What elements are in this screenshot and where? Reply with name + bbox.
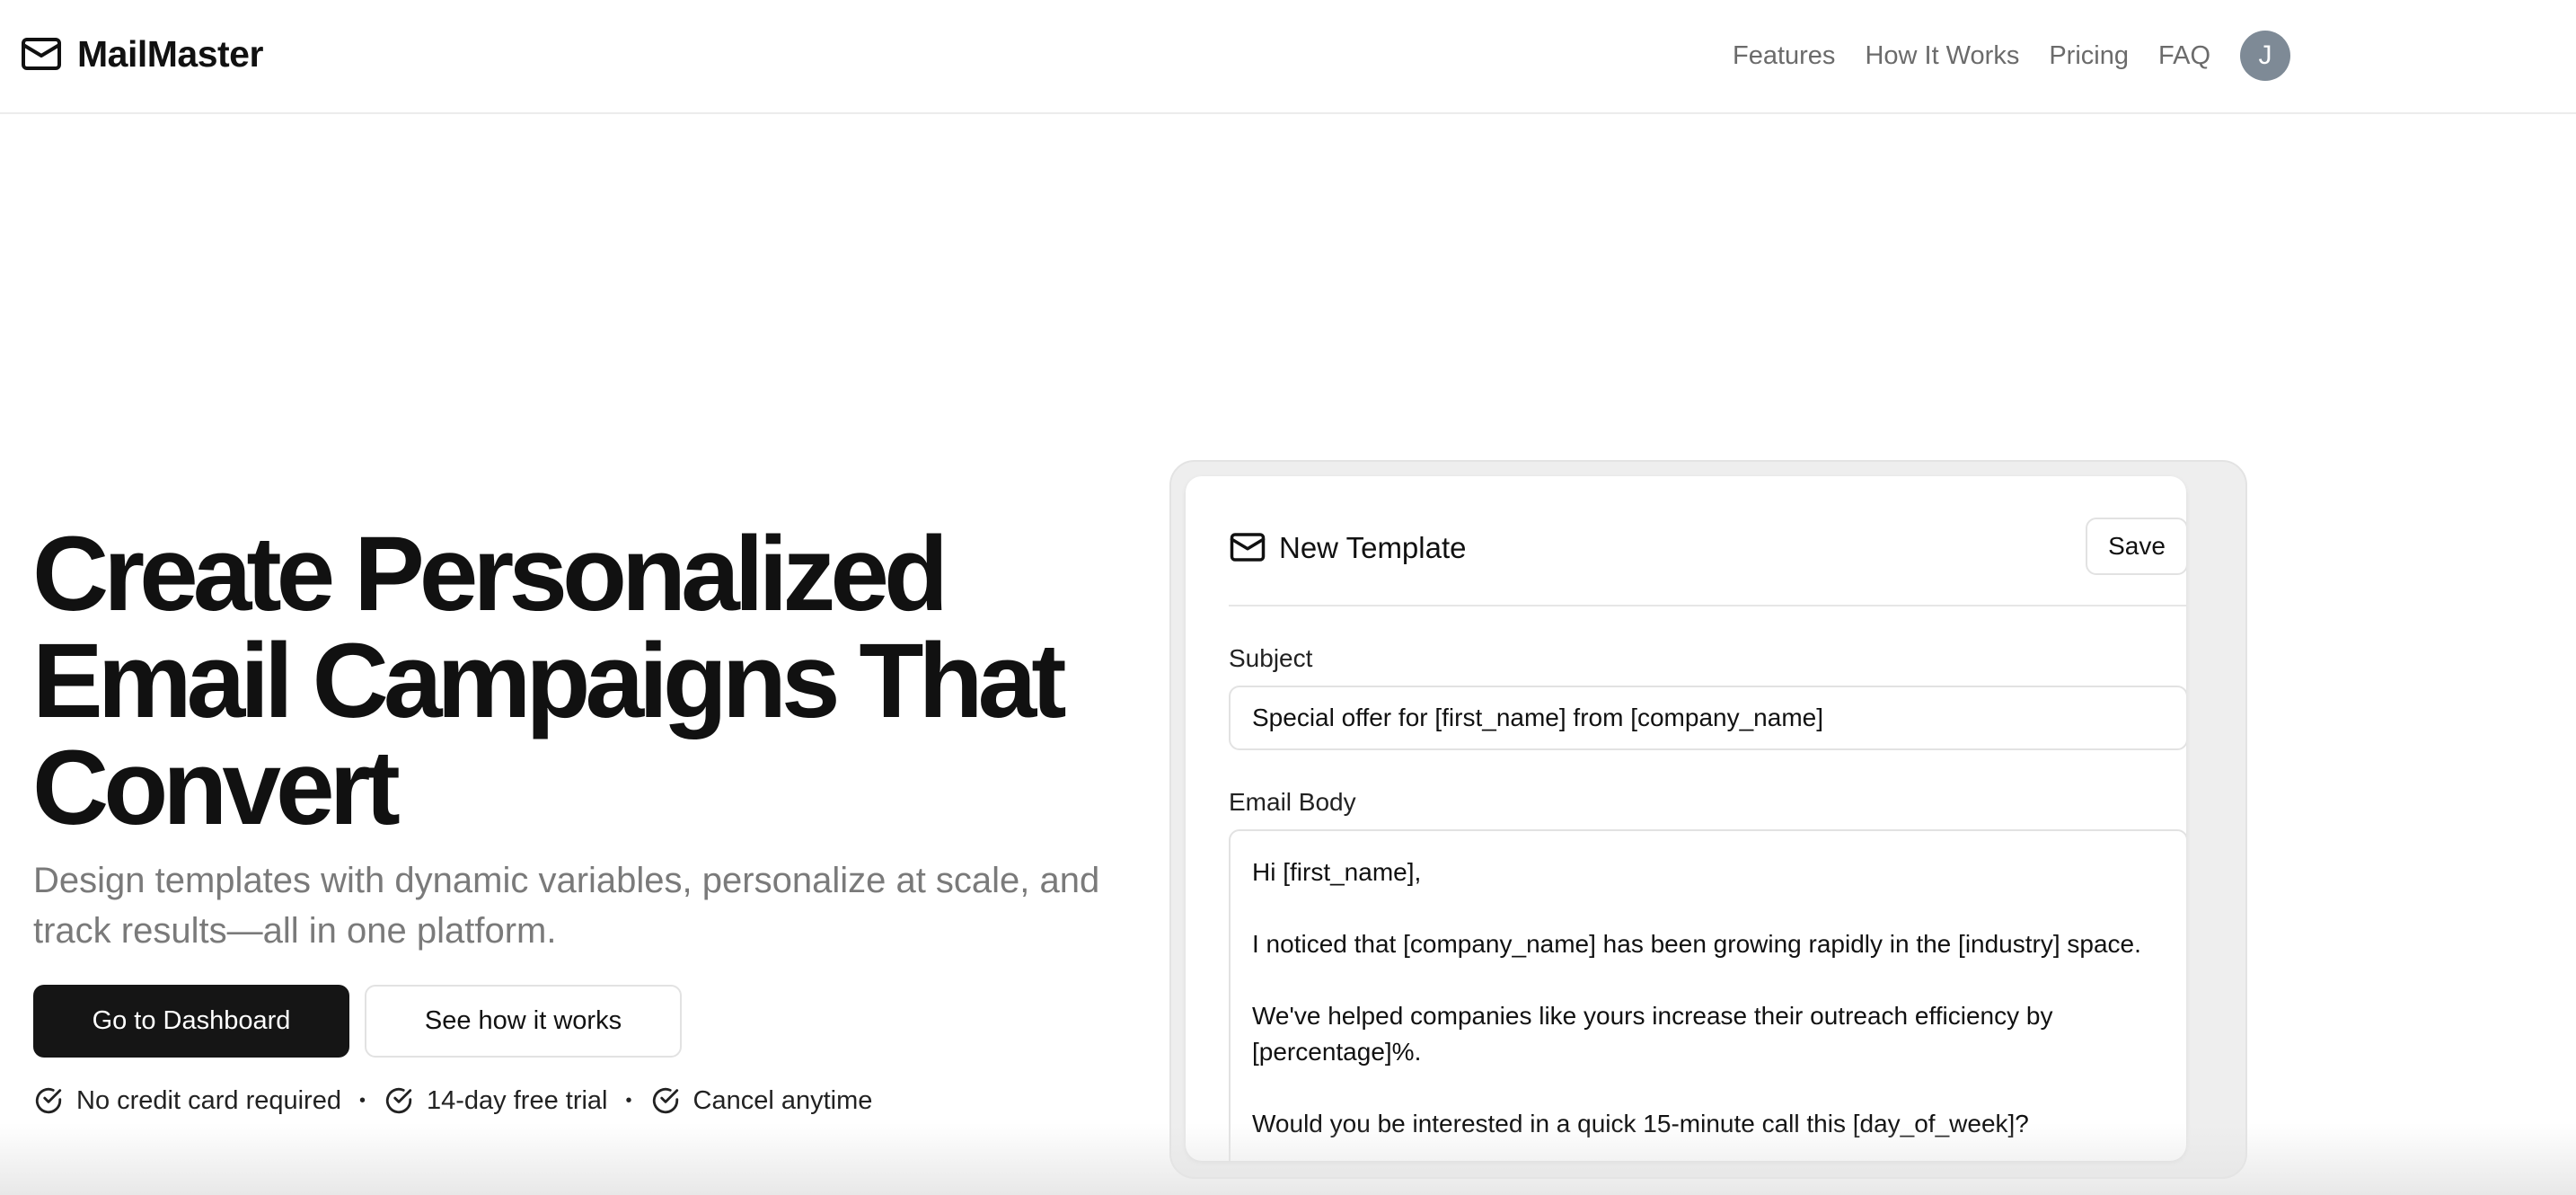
landing-page: MailMaster Features How It Works Pricing… <box>0 0 2576 1195</box>
check-circle-icon <box>384 1085 414 1116</box>
card-header: New Template Save <box>1229 518 2186 579</box>
user-avatar[interactable]: J <box>2240 31 2290 81</box>
see-how-it-works-button[interactable]: See how it works <box>365 985 682 1058</box>
card-title: New Template <box>1279 531 1467 564</box>
nav-link-pricing[interactable]: Pricing <box>2049 41 2129 71</box>
subject-label: Subject <box>1229 644 1313 672</box>
subject-input[interactable] <box>1229 686 2186 750</box>
divider <box>1229 605 2186 606</box>
nav-link-features[interactable]: Features <box>1733 41 1835 71</box>
hero-subtitle: Design templates with dynamic variables,… <box>33 861 1100 951</box>
check-circle-icon <box>33 1085 64 1116</box>
check-circle-icon <box>650 1085 681 1116</box>
perk-item: Cancel anytime <box>650 1085 873 1116</box>
cta-buttons: Go to Dashboard See how it works <box>33 985 682 1058</box>
main-nav: Features How It Works Pricing FAQ J <box>1733 31 2290 81</box>
separator-dot: • <box>358 1090 366 1111</box>
perk-label: No credit card required <box>76 1085 341 1115</box>
nav-link-how-it-works[interactable]: How It Works <box>1865 41 2019 71</box>
perk-item: No credit card required <box>33 1085 341 1116</box>
mail-icon <box>20 32 63 75</box>
template-editor-card: New Template Save Subject Email Body Hi … <box>1186 476 2186 1161</box>
hero-title: Create Personalized Email Campaigns That… <box>32 515 1067 847</box>
separator-dot: • <box>625 1090 632 1111</box>
brand-name: MailMaster <box>77 32 263 75</box>
perks-list: No credit card required • 14-day free tr… <box>33 1085 872 1116</box>
nav-link-faq[interactable]: FAQ <box>2158 41 2210 71</box>
brand-logo[interactable]: MailMaster <box>20 32 263 75</box>
top-nav-bar: MailMaster Features How It Works Pricing… <box>0 0 2576 114</box>
perk-label: 14-day free trial <box>427 1085 608 1115</box>
go-to-dashboard-button[interactable]: Go to Dashboard <box>33 985 349 1058</box>
perk-label: Cancel anytime <box>693 1085 873 1115</box>
email-body-textarea[interactable]: Hi [first_name], I noticed that [company… <box>1229 829 2186 1161</box>
mail-icon <box>1229 528 1266 566</box>
save-button[interactable]: Save <box>2086 518 2186 575</box>
email-body-label: Email Body <box>1229 788 1356 816</box>
perk-item: 14-day free trial <box>384 1085 608 1116</box>
